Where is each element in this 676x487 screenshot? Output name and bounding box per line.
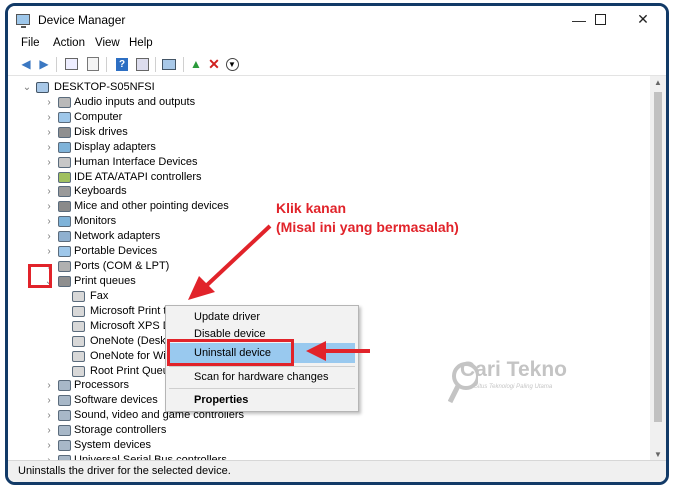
watermark-title: Cari Tekno xyxy=(460,358,567,381)
annotation-arrows xyxy=(188,224,370,361)
arrow-to-printer xyxy=(188,224,272,300)
watermark-subtitle: Situs Teknologi Paling Utama xyxy=(474,384,553,390)
arrow-to-uninstall xyxy=(306,341,370,361)
